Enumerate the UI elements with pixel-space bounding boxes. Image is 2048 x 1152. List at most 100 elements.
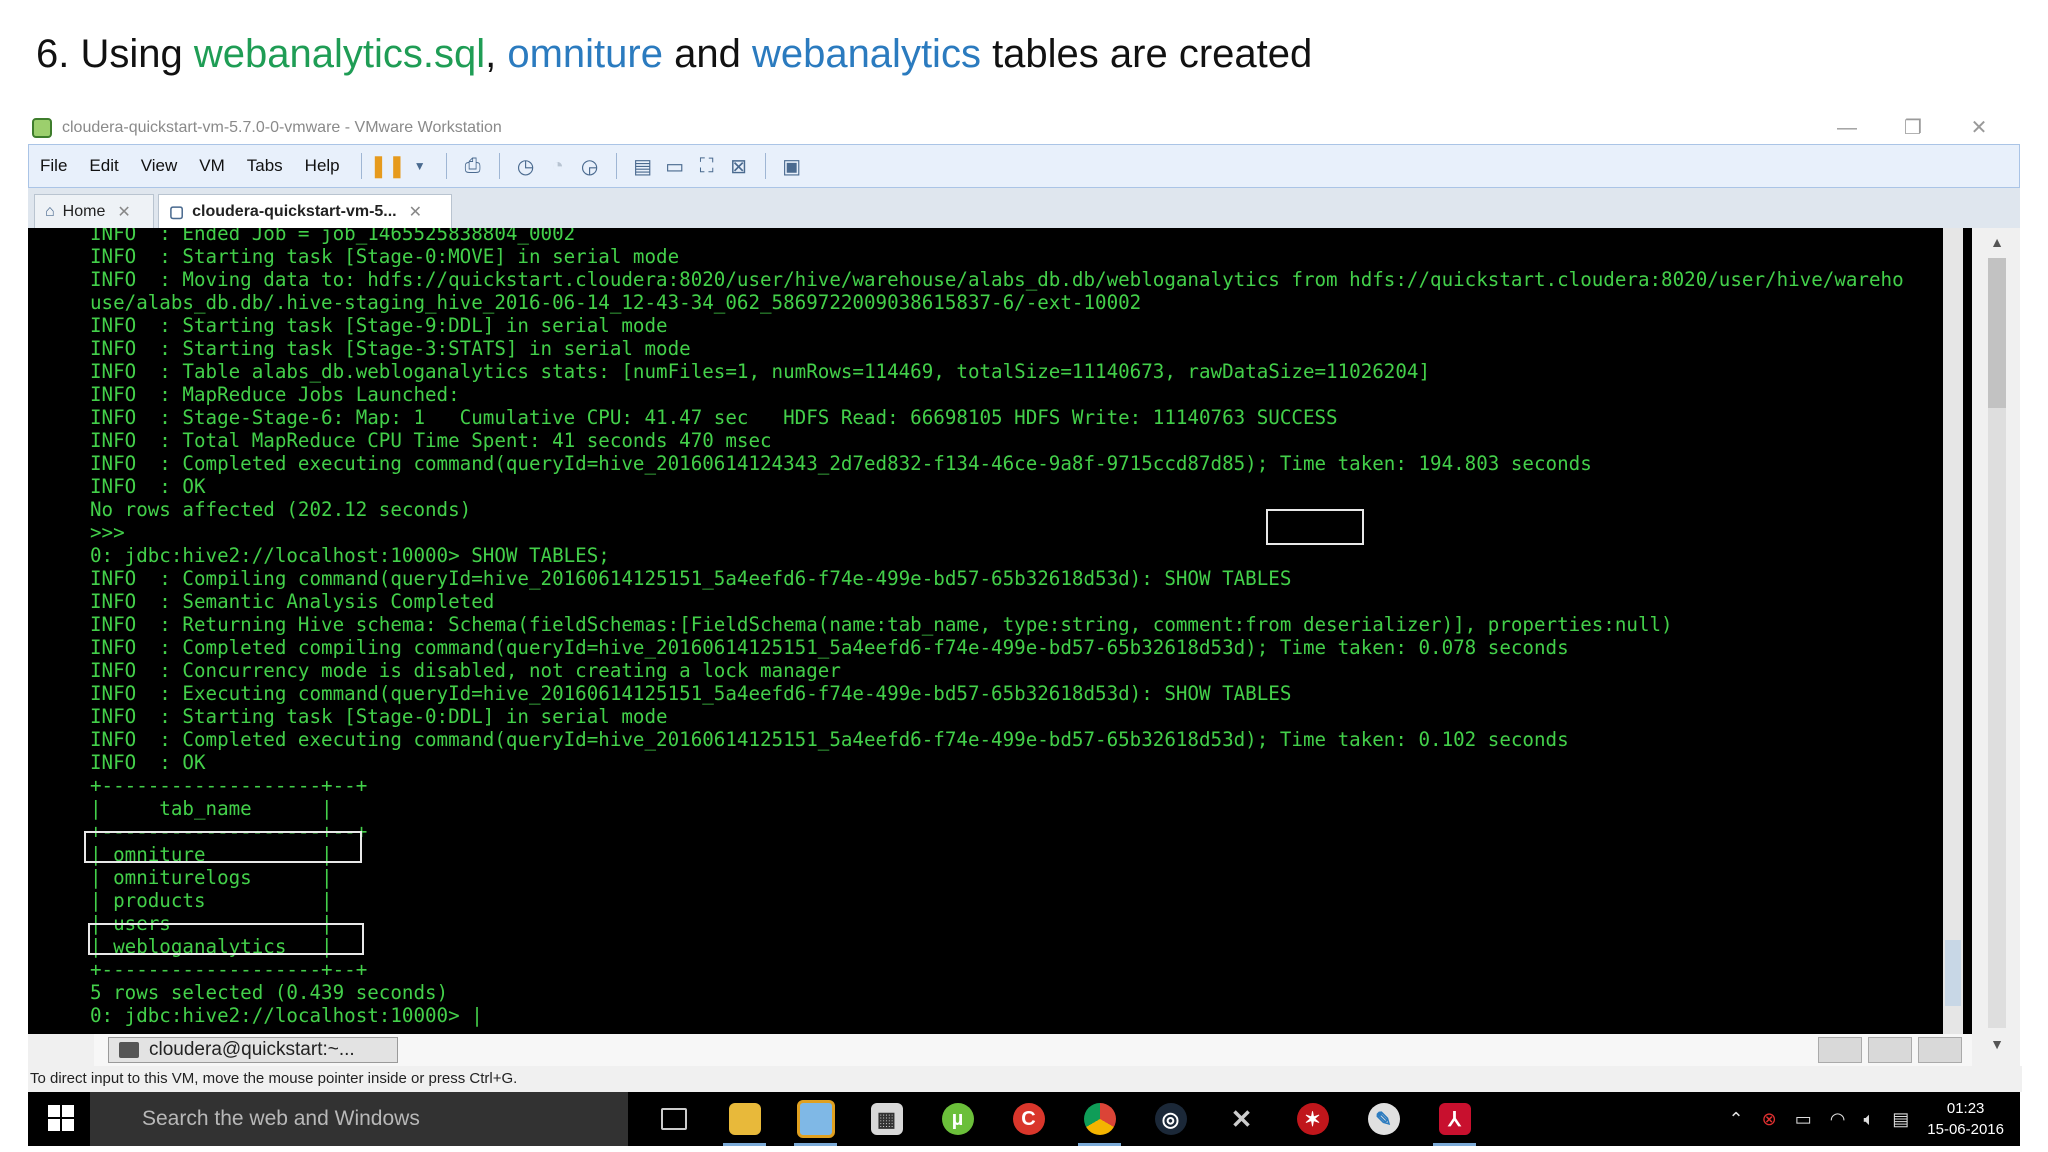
title-sep: ,	[485, 32, 508, 76]
menu-tabs[interactable]: Tabs	[236, 156, 294, 176]
taskbar-search-box[interactable]: Search the web and Windows	[90, 1092, 628, 1146]
snapshot-manager-icon[interactable]: ◶	[574, 151, 606, 181]
terminal-line: INFO : Completed executing command(query…	[90, 728, 1569, 751]
vm-device-icons	[1812, 1037, 1962, 1063]
terminal-line: INFO : Total MapReduce CPU Time Spent: 4…	[90, 429, 772, 452]
taskbar-apps: ▦ µ C ◎ ✕ ✶ ✎ ⅄	[638, 1092, 1490, 1146]
window-title: cloudera-quickstart-vm-5.7.0-0-vmware - …	[62, 119, 502, 136]
terminal-line: INFO : Concurrency mode is disabled, not…	[90, 659, 841, 682]
terminal-line: 5 rows selected (0.439 seconds)	[90, 981, 449, 1004]
terminal-line: No rows affected (202.12 seconds)	[90, 498, 472, 521]
acrobat-reader-icon[interactable]: ⅄	[1419, 1092, 1490, 1146]
toolbar-separator	[498, 153, 500, 179]
terminal-line: INFO : Completed compiling command(query…	[90, 636, 1569, 659]
tab-close-icon[interactable]: ✕	[409, 202, 422, 222]
monitor-icon[interactable]	[1918, 1037, 1962, 1063]
unity-icon[interactable]: ⊠	[723, 151, 755, 181]
terminal-line: | products |	[90, 889, 333, 912]
terminal-line: INFO : Compiling command(queryId=hive_20…	[90, 567, 1292, 590]
utorrent-icon[interactable]: µ	[922, 1092, 993, 1146]
clock-date: 15-06-2016	[1927, 1121, 2004, 1138]
terminal-line: INFO : Table alabs_db.webloganalytics st…	[90, 360, 1431, 383]
window-titlebar[interactable]: cloudera-quickstart-vm-5.7.0-0-vmware - …	[28, 112, 2020, 144]
tab-home-label: Home	[62, 202, 106, 220]
terminal-task-button[interactable]: cloudera@quickstart:~...	[108, 1037, 398, 1063]
console-view-icon[interactable]: ▣	[776, 151, 808, 181]
wifi-icon[interactable]: ◠	[1830, 1109, 1846, 1130]
terminal-icon	[119, 1042, 139, 1058]
security-tray-icon[interactable]: ⊗	[1762, 1109, 1777, 1130]
highlight-box-success	[1266, 509, 1364, 545]
toolbar-separator	[615, 153, 617, 179]
taskbar-clock[interactable]: 01:23 15-06-2016	[1927, 1098, 2004, 1140]
full-screen-icon[interactable]: ⛶	[691, 151, 723, 181]
tab-cloudera-vm[interactable]: ▢ cloudera-quickstart-vm-5... ✕	[158, 194, 452, 228]
terminal-line: +-------------------+--+	[90, 958, 368, 981]
terminal-line: INFO : Starting task [Stage-0:MOVE] in s…	[90, 245, 680, 268]
title-suffix: tables are created	[980, 32, 1313, 76]
file-explorer-icon[interactable]	[709, 1092, 780, 1146]
terminal-line: INFO : Moving data to: hdfs://quickstart…	[90, 268, 1904, 291]
vm-scrollbar-thumb[interactable]	[1988, 258, 2006, 408]
battery-icon[interactable]: ▭	[1795, 1109, 1812, 1130]
windows-start-icon[interactable]	[48, 1105, 74, 1131]
chrome-icon[interactable]	[1064, 1092, 1135, 1146]
menu-edit[interactable]: Edit	[78, 156, 129, 176]
vmware-taskbar-icon[interactable]	[780, 1092, 851, 1146]
title-prefix: 6. Using	[36, 32, 194, 76]
terminal-line: +-------------------+--+	[90, 774, 368, 797]
terminal-line: >>>	[90, 521, 125, 544]
terminal-line: | omniturelogs |	[90, 866, 333, 889]
scroll-up-icon[interactable]: ▲	[1988, 234, 2006, 250]
vmware-app-icon	[32, 118, 52, 138]
workspace-icon[interactable]	[1868, 1037, 1912, 1063]
menu-toolbar: File Edit View VM Tabs Help ❚❚ ▼ ⎙ ◷ ◔ ◶…	[28, 144, 2020, 188]
terminal-screen[interactable]: INFO : Ended Job = job_1465525838804_000…	[28, 228, 1972, 1034]
chevron-down-icon[interactable]: ▼	[404, 151, 436, 181]
terminal-output: INFO : Ended Job = job_1465525838804_000…	[90, 228, 1904, 1027]
terminal-line: INFO : Starting task [Stage-0:DDL] in se…	[90, 705, 668, 728]
terminal-line: INFO : Completed executing command(query…	[90, 452, 1592, 475]
send-ctrl-alt-del-icon[interactable]: ⎙	[457, 151, 489, 181]
volume-icon[interactable]: 🔈︎	[1863, 1109, 1874, 1130]
restore-button[interactable]: ❐	[1880, 112, 1946, 144]
minimize-button[interactable]: —	[1814, 112, 1880, 144]
close-button[interactable]: ✕	[1946, 112, 2012, 144]
terminal-line: INFO : Starting task [Stage-9:DDL] in se…	[90, 314, 668, 337]
menu-help[interactable]: Help	[294, 156, 351, 176]
ccleaner-icon[interactable]: C	[993, 1092, 1064, 1146]
status-bar: To direct input to this VM, move the mou…	[28, 1066, 2022, 1092]
chevron-up-icon[interactable]: ⌃	[1729, 1109, 1744, 1130]
scroll-down-icon[interactable]: ▼	[1988, 1036, 2006, 1052]
menu-file[interactable]: File	[29, 156, 78, 176]
library-view-icon[interactable]: ▤	[627, 151, 659, 181]
snapshot-icon[interactable]: ◷	[510, 151, 542, 181]
terminal-scrollbar-thumb[interactable]	[1945, 940, 1961, 1006]
terminal-scrollbar[interactable]	[1943, 228, 1963, 1034]
tab-close-icon[interactable]: ✕	[117, 202, 130, 222]
menu-vm[interactable]: VM	[188, 156, 236, 176]
thumbnail-bar-icon[interactable]: ▭	[659, 151, 691, 181]
tab-vm-label: cloudera-quickstart-vm-5...	[192, 202, 397, 220]
terminal-line: | tab_name |	[90, 797, 333, 820]
terminal-line: INFO : OK	[90, 751, 206, 774]
steam-icon[interactable]: ◎	[1135, 1092, 1206, 1146]
antivirus-icon[interactable]: ✶	[1277, 1092, 1348, 1146]
vm-scrollbar[interactable]: ▲ ▼	[1972, 228, 2020, 1062]
highlight-box-omniture	[84, 831, 362, 863]
console-icon[interactable]	[1818, 1037, 1862, 1063]
slide-title: 6. Using webanalytics.sql, omniture and …	[36, 32, 1312, 77]
title-table-webanalytics: webanalytics	[751, 32, 981, 76]
xampp-icon[interactable]: ✕	[1206, 1092, 1277, 1146]
toolbar-separator	[445, 153, 447, 179]
highlight-box-webloganalytics	[88, 923, 364, 955]
pause-icon[interactable]: ❚❚	[369, 151, 406, 181]
revert-snapshot-icon[interactable]: ◔	[542, 151, 574, 181]
notifications-icon[interactable]: ▤	[1892, 1109, 1909, 1130]
task-view-icon[interactable]	[638, 1092, 709, 1146]
windows-taskbar: Search the web and Windows ▦ µ C ◎ ✕ ✶ ✎…	[28, 1092, 2020, 1146]
paint-icon[interactable]: ✎	[1348, 1092, 1419, 1146]
menu-view[interactable]: View	[130, 156, 189, 176]
tab-home[interactable]: ⌂ Home ✕	[34, 194, 154, 228]
calculator-icon[interactable]: ▦	[851, 1092, 922, 1146]
